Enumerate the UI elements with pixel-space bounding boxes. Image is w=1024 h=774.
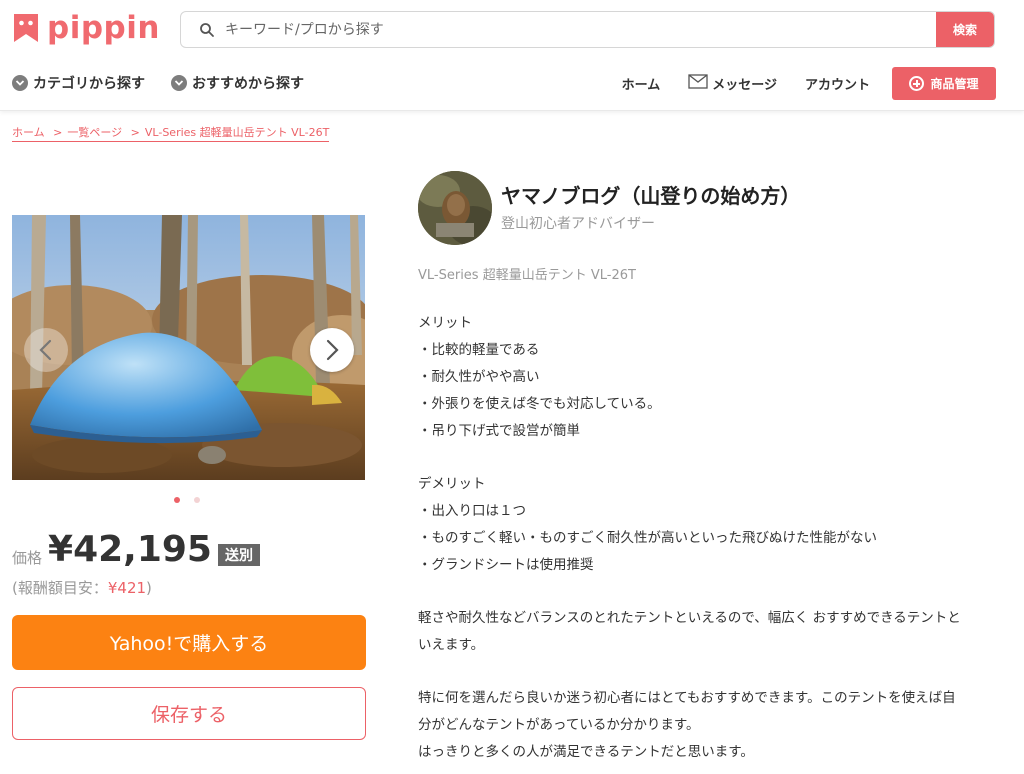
buy-on-yahoo-button[interactable]: Yahoo!で購入する xyxy=(12,615,366,670)
author-role: 登山初心者アドバイザー xyxy=(501,216,655,232)
slider-prev-button[interactable] xyxy=(24,328,68,372)
recommendation-paragraph-line: 分がどんなテントがあっているか分かります。 xyxy=(418,717,700,733)
chevron-down-icon xyxy=(171,75,187,91)
category-dropdown-label: カテゴリから探す xyxy=(33,76,145,92)
search-icon xyxy=(199,22,215,38)
breadcrumb-separator: > xyxy=(53,126,63,139)
author-name[interactable]: ヤマノブログ（山登りの始め方） xyxy=(501,180,800,209)
breadcrumb-current[interactable]: VL-Series 超軽量山岳テント VL-26T xyxy=(145,126,329,139)
reward-amount: ¥421 xyxy=(107,579,147,597)
search-input[interactable] xyxy=(223,12,936,47)
site-logo[interactable]: pippin xyxy=(12,10,160,46)
category-dropdown[interactable]: カテゴリから探す xyxy=(12,73,145,93)
reward-suffix: ) xyxy=(146,579,152,597)
demerit-item: ・ものすごく軽い・ものすごく耐久性が高いといった飛びぬけた性能がない xyxy=(418,530,877,546)
nav-home-link[interactable]: ホーム xyxy=(622,74,661,93)
merit-heading: メリット xyxy=(418,315,472,331)
slider-dot-active[interactable] xyxy=(174,497,180,503)
browse-nav: カテゴリから探す おすすめから探す xyxy=(12,73,304,93)
nav-message-label: メッセージ xyxy=(712,78,777,93)
breadcrumb: ホーム > 一覧ページ > VL-Series 超軽量山岳テント VL-26T xyxy=(12,124,330,142)
breadcrumb-home[interactable]: ホーム xyxy=(12,126,45,139)
merit-item: ・吊り下げ式で設営が簡単 xyxy=(418,423,580,439)
price-value: ¥42,195 xyxy=(48,529,212,570)
search-bar: 検索 xyxy=(180,11,995,48)
product-management-button[interactable]: 商品管理 xyxy=(892,67,996,100)
shipping-badge: 送別 xyxy=(217,544,260,566)
reward-estimate: (報酬額目安：¥421) xyxy=(12,577,152,598)
breadcrumb-separator: > xyxy=(130,126,140,139)
recommend-dropdown[interactable]: おすすめから探す xyxy=(171,73,304,93)
nav-message-link[interactable]: メッセージ xyxy=(688,74,777,93)
site-header: pippin 検索 カテゴリから探す おすすめから探す ホーム xyxy=(0,0,1024,111)
merit-item: ・外張りを使えば冬でも対応している。 xyxy=(418,396,661,412)
recommendation-paragraph-line: はっきりと多くの人が満足できるテントだと思います。 xyxy=(418,744,754,760)
user-nav: ホーム メッセージ アカウント 商品管理 xyxy=(622,67,996,100)
price-label: 価格 xyxy=(12,549,43,567)
merit-item: ・比較的軽量である xyxy=(418,342,540,358)
slider-dot[interactable] xyxy=(194,497,200,503)
nav-account-link[interactable]: アカウント xyxy=(805,74,870,93)
product-name: VL-Series 超軽量山岳テント VL-26T xyxy=(418,268,636,283)
mail-icon xyxy=(688,74,708,93)
summary-paragraph-line: いえます。 xyxy=(418,637,485,653)
save-button[interactable]: 保存する xyxy=(12,687,366,740)
demerit-heading: デメリット xyxy=(418,476,486,492)
summary-paragraph-line: 軽さや耐久性などバランスのとれたテントといえるので、幅広く おすすめできるテント… xyxy=(418,610,961,626)
author-avatar[interactable] xyxy=(418,171,492,245)
chevron-down-icon xyxy=(12,75,28,91)
slider-next-button[interactable] xyxy=(310,328,354,372)
logo-text: pippin xyxy=(47,10,160,46)
reward-prefix: (報酬額目安： xyxy=(12,579,108,597)
product-management-label: 商品管理 xyxy=(930,77,979,91)
product-image-slider[interactable] xyxy=(12,215,365,480)
product-description: メリット ・比較的軽量である ・耐久性がやや高い ・外張りを使えば冬でも対応して… xyxy=(418,310,1008,766)
merit-item: ・耐久性がやや高い xyxy=(418,369,540,385)
recommendation-paragraph-line: 特に何を選んだら良いか迷う初心者にはとてもおすすめできます。このテントを使えば自 xyxy=(418,690,956,706)
recommend-dropdown-label: おすすめから探す xyxy=(192,76,304,92)
search-button[interactable]: 検索 xyxy=(936,12,994,47)
price-row: 価格 ¥42,195 送別 xyxy=(12,528,260,572)
demerit-item: ・グランドシートは使用推奨 xyxy=(418,557,594,573)
plus-circle-icon xyxy=(909,76,925,91)
logo-mark-icon xyxy=(12,12,40,44)
demerit-item: ・出入り口は１つ xyxy=(418,503,526,519)
breadcrumb-list[interactable]: 一覧ページ xyxy=(67,126,122,139)
slider-dots xyxy=(174,497,200,503)
